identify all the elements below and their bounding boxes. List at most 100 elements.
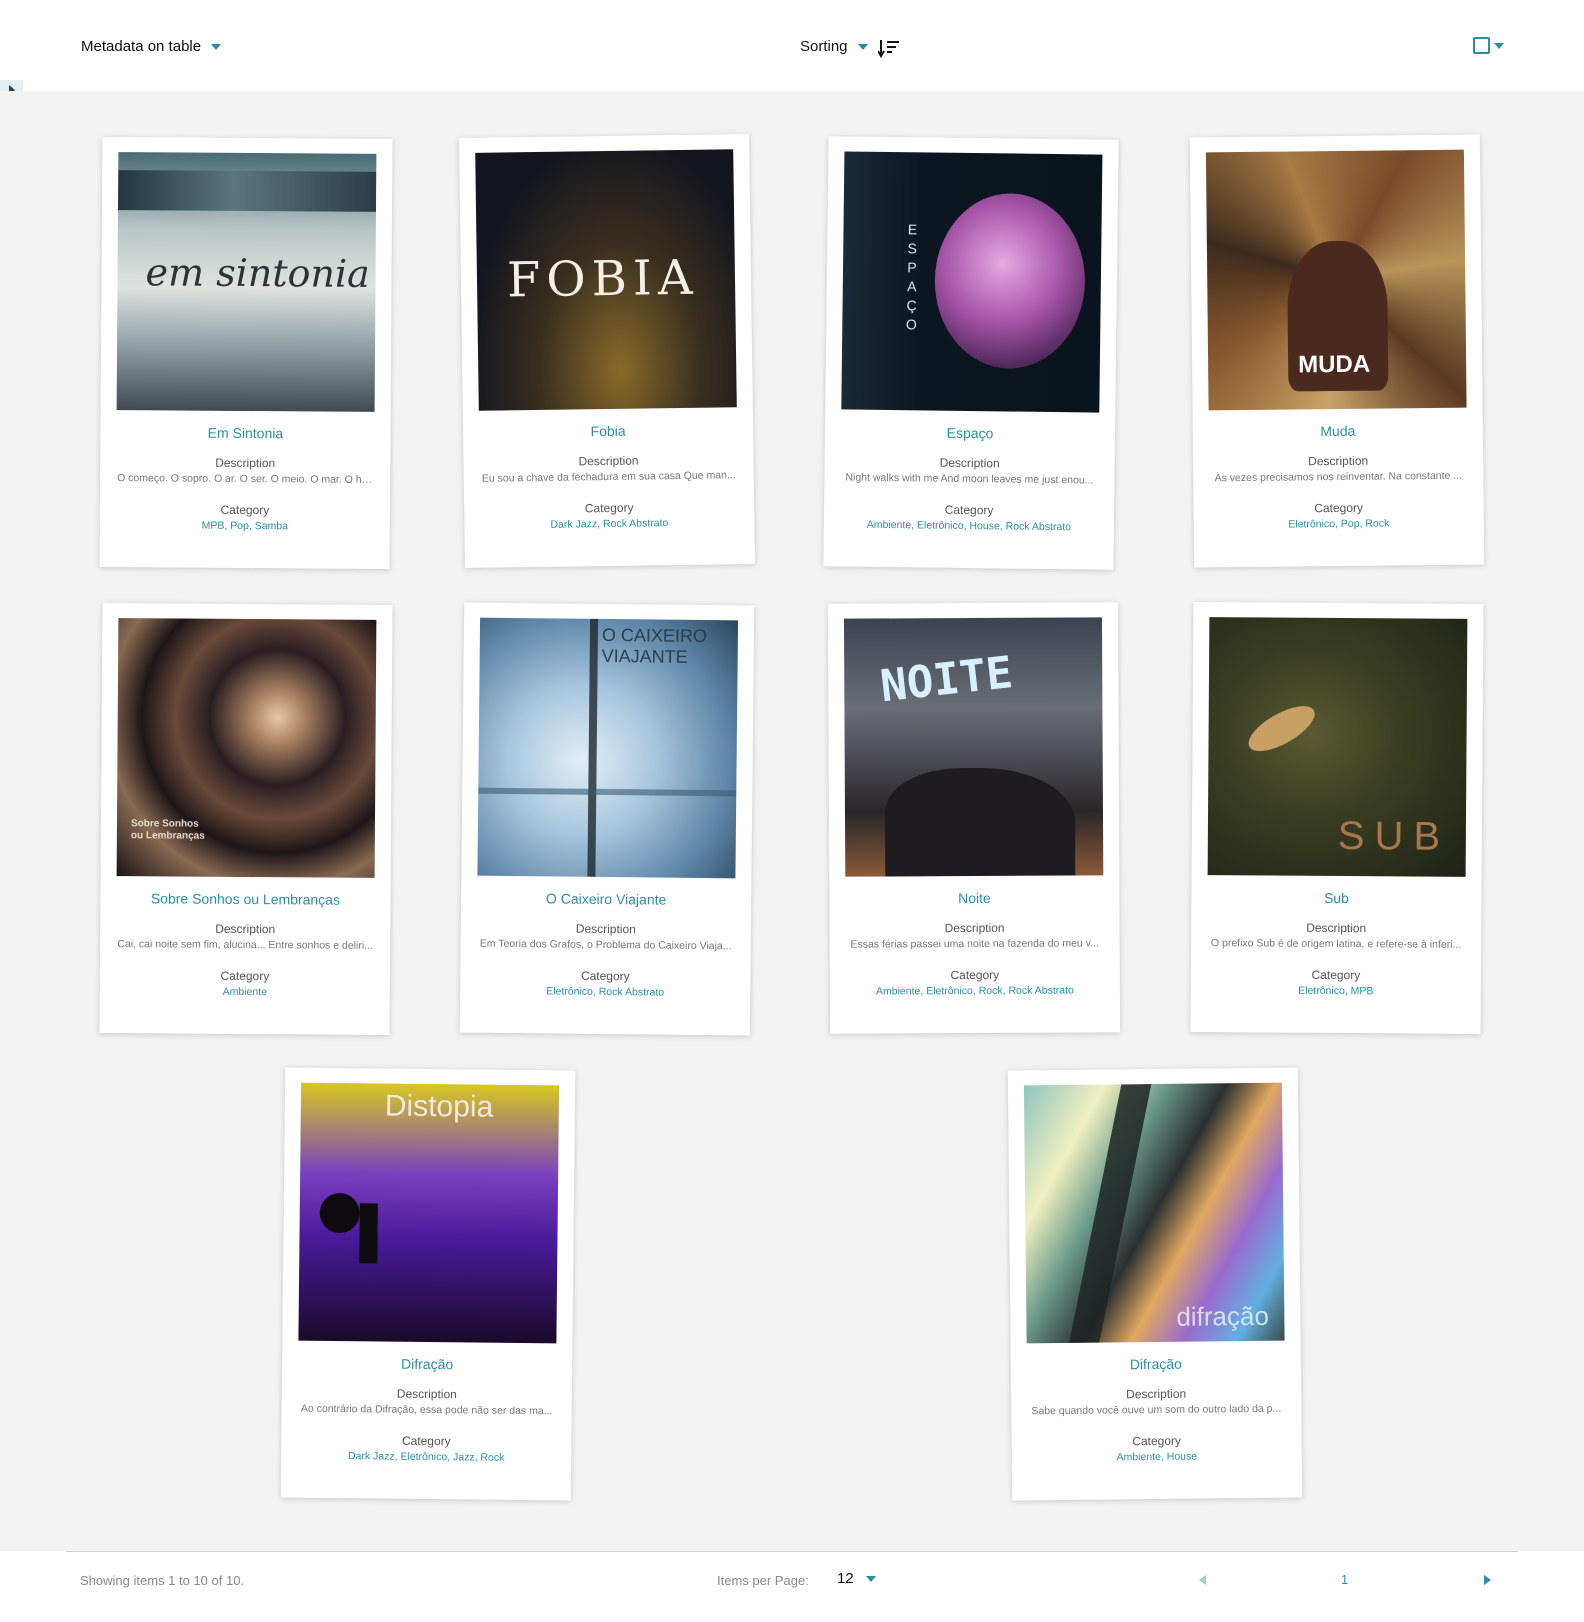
item-description: Eu sou a chave da fechadura em sua casa …	[481, 469, 736, 485]
item-title[interactable]: Fobia	[478, 421, 738, 441]
item-card[interactable]: FOBIA Fobia Description Eu sou a chave d…	[459, 133, 755, 569]
item-categories[interactable]: Ambiente, Eletrônico, House, Rock Abstra…	[839, 518, 1099, 533]
item-categories[interactable]: Ambiente, Eletrônico, Rock, Rock Abstrat…	[845, 984, 1105, 997]
cover-title: Sobre Sonhos ou Lembranças	[130, 818, 205, 842]
item-description: Night walks with me And moon leaves me j…	[845, 471, 1094, 487]
item-card[interactable]: em sintonia Em Sintonia Description O co…	[99, 136, 393, 570]
category-label: Category	[580, 968, 630, 984]
cover-image: Distopia	[298, 1082, 560, 1344]
item-title[interactable]: O Caixeiro Viajante	[476, 890, 736, 909]
category-label: Category	[950, 967, 1000, 983]
category-label: Category	[1132, 1433, 1182, 1449]
cover-title: ESPAÇO	[905, 221, 918, 333]
category-label: Category	[401, 1433, 451, 1449]
item-title[interactable]: Difração	[297, 1355, 557, 1374]
category-label: Category	[220, 502, 270, 518]
chevron-down-icon	[865, 1575, 876, 1582]
card-view-icon	[1473, 37, 1490, 54]
chevron-down-icon	[857, 43, 868, 50]
cover-title: NOITE	[877, 647, 1016, 713]
item-title[interactable]: Sobre Sonhos ou Lembranças	[115, 890, 375, 908]
item-description: Cai, cai noite sem fim, alucina... Entre…	[117, 938, 373, 952]
item-categories[interactable]: Dark Jazz, Eletrônico, Jazz, Rock	[296, 1450, 556, 1465]
category-label: Category	[1311, 967, 1361, 983]
metadata-dropdown-label: Metadata on table	[81, 38, 202, 55]
item-card[interactable]: MUDA Muda Description Às vezes precisamo…	[1189, 134, 1485, 568]
cover-image: SUB	[1207, 617, 1468, 877]
item-card[interactable]: difração Difração Description Sabe quand…	[1007, 1067, 1303, 1501]
description-label: Description	[944, 920, 1005, 936]
description-label: Description	[1306, 920, 1367, 936]
item-description: Às vezes precisamos nos reinventar. Na c…	[1214, 469, 1463, 485]
item-card[interactable]: SUB Sub Description O prefixo Sub é de o…	[1190, 601, 1484, 1035]
item-description: Em Teoria dos Grafos, o Problema do Caix…	[479, 937, 732, 953]
item-card[interactable]: NOITE Noite Description Essas férias pas…	[827, 602, 1121, 1034]
item-title[interactable]: Espaço	[840, 423, 1100, 442]
cover-image: ESPAÇO	[841, 151, 1103, 413]
cover-image: O CAIXEIRO VIAJANTE	[477, 617, 739, 879]
items-per-page-value: 12	[837, 1570, 854, 1587]
item-description: Ao contrário da Difração, essa pode não …	[300, 1402, 553, 1418]
cover-title: O CAIXEIRO VIAJANTE	[601, 624, 708, 667]
description-label: Description	[215, 921, 276, 937]
cover-title: difração	[1176, 1300, 1269, 1332]
cover-image: FOBIA	[475, 149, 737, 411]
item-categories[interactable]: MPB, Pop, Samba	[115, 519, 375, 533]
cover-title: em sintonia	[145, 250, 370, 296]
item-categories[interactable]: Eletrônico, Pop, Rock	[1209, 517, 1469, 532]
pagination-footer: Showing items 1 to 10 of 10. Items per P…	[0, 1551, 1584, 1622]
sort-descending-icon[interactable]	[878, 38, 900, 58]
cover-image: Sobre Sonhos ou Lembranças	[116, 618, 377, 878]
cover-image: em sintonia	[116, 152, 377, 412]
cover-title: Distopia	[384, 1089, 494, 1124]
cover-image: MUDA	[1205, 149, 1467, 411]
view-mode-button[interactable]	[1473, 37, 1504, 54]
item-title[interactable]: Noite	[844, 889, 1104, 906]
toolbar: Metadata on table Sorting	[0, 0, 1584, 91]
cover-image: difração	[1023, 1082, 1285, 1344]
metadata-dropdown[interactable]: Metadata on table	[81, 38, 222, 55]
items-per-page-label: Items per Page:	[717, 1573, 809, 1588]
cover-title: MUDA	[1298, 350, 1371, 379]
cover-title: SUB	[1337, 814, 1451, 859]
category-label: Category	[944, 502, 994, 518]
item-title[interactable]: Em Sintonia	[115, 424, 375, 442]
items-per-page-select[interactable]: 12	[837, 1570, 876, 1587]
description-label: Description	[1308, 453, 1369, 469]
cover-title: FOBIA	[506, 249, 699, 309]
sorting-dropdown-label: Sorting	[800, 38, 848, 55]
item-card[interactable]: Distopia Difração Description Ao contrár…	[280, 1067, 576, 1501]
cover-image: NOITE	[843, 617, 1104, 877]
items-grid: em sintonia Em Sintonia Description O co…	[0, 91, 1584, 1551]
description-label: Description	[575, 921, 636, 937]
sorting-dropdown[interactable]: Sorting	[800, 38, 868, 55]
description-label: Description	[939, 455, 1000, 471]
item-description: Sabe quando você ouve um som do outro la…	[1031, 1402, 1282, 1418]
description-label: Description	[396, 1386, 457, 1402]
item-description: O prefixo Sub é de origem latina, e refe…	[1210, 937, 1462, 951]
item-description: Essas férias passei uma noite na fazenda…	[850, 937, 1099, 951]
page-number[interactable]: 1	[1341, 1572, 1348, 1587]
item-card[interactable]: O CAIXEIRO VIAJANTE O Caixeiro Viajante …	[459, 602, 755, 1036]
description-label: Description	[1126, 1386, 1187, 1402]
item-categories[interactable]: Eletrônico, MPB	[1206, 984, 1466, 998]
category-label: Category	[1314, 500, 1364, 516]
item-categories[interactable]: Ambiente	[115, 985, 375, 999]
item-card[interactable]: ESPAÇO Espaço Description Night walks wi…	[823, 136, 1119, 570]
item-categories[interactable]: Eletrônico, Rock Abstrato	[475, 985, 735, 1000]
chevron-down-icon	[211, 43, 222, 50]
item-title[interactable]: Muda	[1208, 422, 1468, 441]
item-card[interactable]: Sobre Sonhos ou Lembranças Sobre Sonhos …	[99, 602, 393, 1036]
previous-page-icon[interactable]	[1199, 1575, 1206, 1585]
item-categories[interactable]: Dark Jazz, Rock Abstrato	[479, 516, 739, 532]
item-title[interactable]: Sub	[1206, 889, 1466, 907]
chevron-down-icon	[1494, 42, 1504, 49]
item-title[interactable]: Difração	[1026, 1355, 1286, 1374]
divider	[66, 1551, 1518, 1552]
items-count-text: Showing items 1 to 10 of 10.	[80, 1573, 245, 1588]
item-description: O começo. O sopro. O ar. O ser. O meio. …	[117, 472, 376, 486]
category-label: Category	[584, 500, 634, 516]
item-categories[interactable]: Ambiente, House	[1027, 1450, 1287, 1465]
category-label: Category	[220, 968, 270, 984]
next-page-icon[interactable]	[1484, 1575, 1491, 1585]
